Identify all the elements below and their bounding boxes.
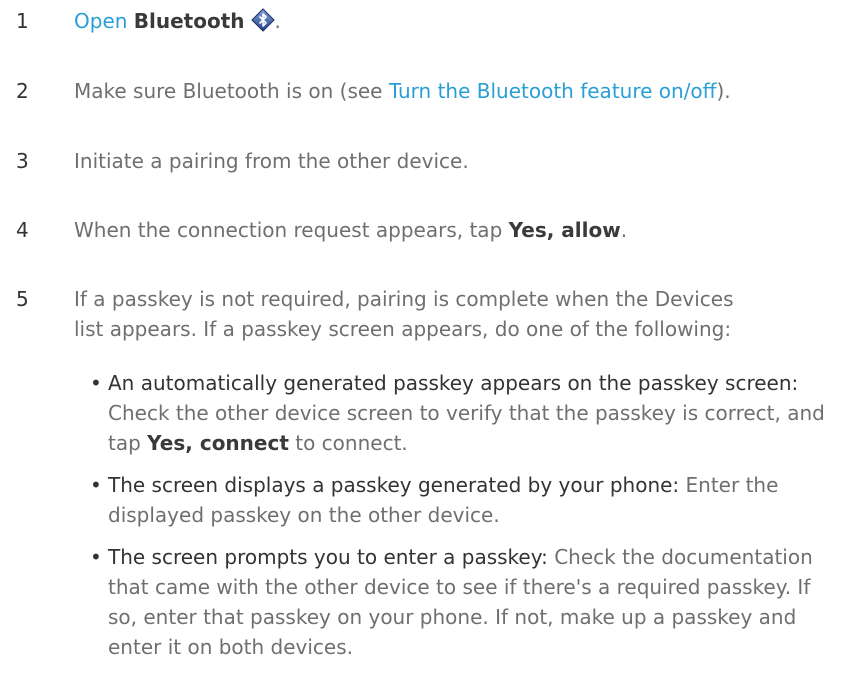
step-text: If a passkey is not required, pairing is…	[74, 287, 734, 341]
option-lead: The screen prompts you to enter a passke…	[108, 545, 548, 569]
step-number: 2	[16, 79, 29, 103]
step-text: Make sure Bluetooth is on (see Turn the …	[74, 76, 834, 106]
list-item: The screen prompts you to enter a passke…	[90, 542, 830, 662]
option-lead: An automatically generated passkey appea…	[108, 371, 799, 395]
yes-connect-label: Yes, connect	[147, 431, 289, 455]
step-2-pre: Make sure Bluetooth is on (see	[74, 79, 389, 103]
bluetooth-on-off-link[interactable]: Turn the Bluetooth feature on/off	[389, 79, 717, 103]
step-1-tail: .	[274, 9, 281, 33]
list-item: The screen displays a passkey generated …	[90, 470, 830, 530]
bluetooth-icon	[250, 8, 275, 40]
passkey-option-list: An automatically generated passkey appea…	[90, 368, 830, 674]
bluetooth-app-name: Bluetooth	[133, 9, 245, 33]
list-item: An automatically generated passkey appea…	[90, 368, 830, 458]
option-text-post: to connect.	[288, 431, 408, 455]
step-4-pre: When the connection request appears, tap	[74, 218, 509, 242]
step-number: 5	[16, 287, 29, 311]
step-text: Open Bluetooth.	[74, 6, 834, 40]
step-text: When the connection request appears, tap…	[74, 215, 834, 245]
step-text: Initiate a pairing from the other device…	[74, 149, 469, 173]
option-lead: The screen displays a passkey generated …	[108, 473, 680, 497]
step-number: 1	[16, 9, 29, 33]
step-4-post: .	[620, 218, 628, 242]
open-link[interactable]: Open	[74, 9, 127, 33]
step-number: 3	[16, 149, 29, 173]
step-number: 4	[16, 218, 29, 242]
step-2-post: ).	[716, 79, 731, 103]
yes-allow-label: Yes, allow	[508, 218, 621, 242]
